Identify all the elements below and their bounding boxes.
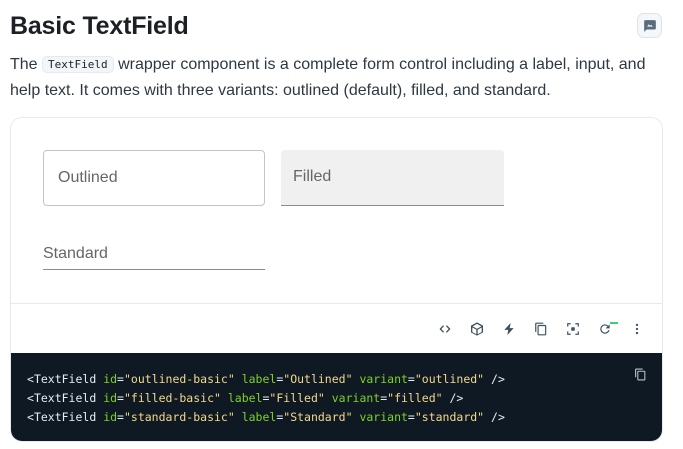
code-attr-variant: variant bbox=[331, 391, 381, 405]
more-options-button[interactable] bbox=[626, 318, 648, 340]
copy-icon bbox=[535, 322, 547, 335]
code-attr-id: id bbox=[103, 372, 118, 386]
codesandbox-icon bbox=[471, 321, 483, 336]
page-title: Basic TextField bbox=[10, 12, 189, 40]
standard-textfield[interactable]: Standard bbox=[43, 238, 265, 270]
code-tag: TextField bbox=[33, 410, 97, 424]
reset-demo-button[interactable] bbox=[594, 318, 616, 340]
inline-code: TextField bbox=[42, 56, 114, 73]
filled-textfield[interactable]: Filled bbox=[281, 150, 504, 206]
demo-preview: Outlined Filled Standard bbox=[11, 118, 662, 303]
code-line: <TextField id="standard-basic" label="St… bbox=[27, 410, 505, 424]
fullscreen-button[interactable] bbox=[562, 318, 584, 340]
feedback-icon bbox=[643, 19, 656, 32]
demo-container: Outlined Filled Standard <TextField id="… bbox=[10, 117, 663, 442]
stackblitz-button[interactable] bbox=[498, 318, 520, 340]
feedback-button[interactable] bbox=[637, 13, 662, 38]
code-value-label: "Outlined" bbox=[283, 372, 353, 386]
code-tag: TextField bbox=[33, 372, 97, 386]
copy-source-button[interactable] bbox=[530, 318, 552, 340]
copy-icon bbox=[634, 368, 645, 380]
code-icon bbox=[439, 324, 451, 333]
demo-toolbar bbox=[11, 303, 662, 353]
outlined-textfield-label: Outlined bbox=[58, 169, 118, 186]
stackblitz-icon bbox=[504, 322, 514, 335]
code-line: <TextField id="outlined-basic" label="Ou… bbox=[27, 372, 505, 386]
code-attr-id: id bbox=[103, 410, 118, 424]
code-attr-variant: variant bbox=[359, 372, 408, 386]
codesandbox-button[interactable] bbox=[466, 318, 488, 340]
code-value-id: "standard-basic" bbox=[123, 410, 235, 424]
code-value-variant: "standard" bbox=[414, 410, 485, 424]
scroll-indicator bbox=[610, 322, 618, 324]
code-attr-id: id bbox=[103, 391, 118, 405]
standard-textfield-label: Standard bbox=[43, 245, 108, 262]
code-value-variant: "outlined" bbox=[414, 372, 485, 386]
code-value-id: "outlined-basic" bbox=[123, 372, 235, 386]
filled-textfield-label: Filled bbox=[293, 168, 332, 185]
description-text-start: The bbox=[10, 56, 43, 73]
code-tag: TextField bbox=[33, 391, 97, 405]
more-icon bbox=[635, 323, 639, 334]
code-attr-label: label bbox=[241, 372, 277, 386]
fullscreen-icon bbox=[567, 322, 579, 335]
code-line: <TextField id="filled-basic" label="Fill… bbox=[27, 391, 464, 405]
code-value-id: "filled-basic" bbox=[123, 391, 221, 405]
code-block: <TextField id="outlined-basic" label="Ou… bbox=[11, 353, 662, 441]
code-value-label: "Filled" bbox=[269, 391, 325, 405]
outlined-textfield[interactable]: Outlined bbox=[43, 150, 265, 206]
show-source-button[interactable] bbox=[434, 318, 456, 340]
code-value-variant: "filled" bbox=[387, 391, 443, 405]
code-attr-label: label bbox=[227, 391, 263, 405]
copy-code-button[interactable] bbox=[630, 364, 650, 384]
page-description: The TextField wrapper component is a com… bbox=[10, 52, 670, 103]
code-attr-variant: variant bbox=[359, 410, 408, 424]
code-value-label: "Standard" bbox=[283, 410, 353, 424]
code-attr-label: label bbox=[241, 410, 277, 424]
